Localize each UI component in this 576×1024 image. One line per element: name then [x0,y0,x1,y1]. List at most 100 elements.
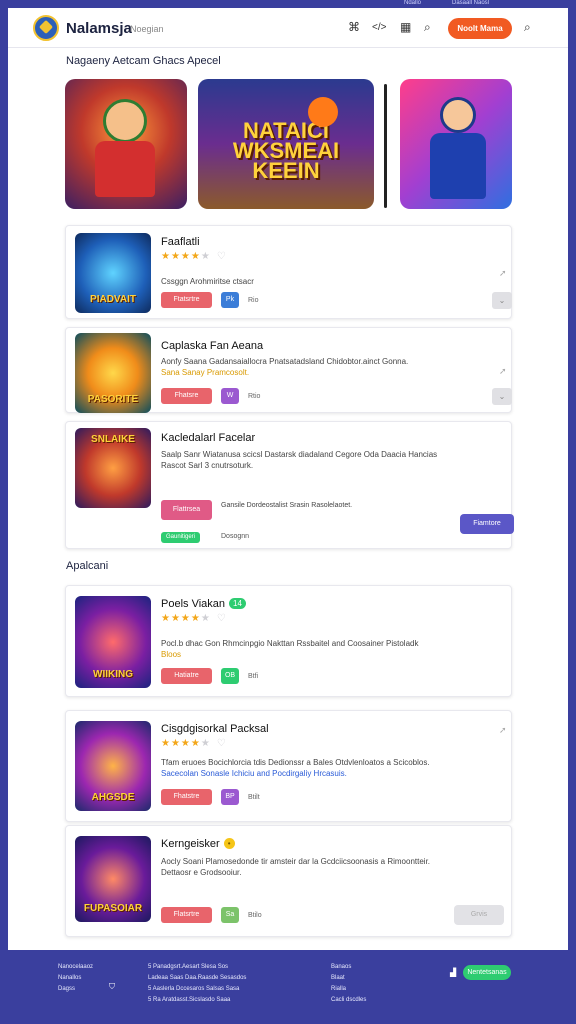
description-line-2: Sacecolan Sonasle Ichiciu and Pocdirgali… [161,769,347,778]
description-line-1: Pocl.b dhac Gon Rhmcinpgio Nakttan Rssba… [161,639,419,648]
character-head-icon [440,97,476,133]
play-button[interactable]: Fhatsre [161,388,212,404]
description-line-2: Sana Sanay Pramcosolt. [161,368,250,377]
footer-link[interactable]: 5 Panadgsrt.Aesart Slesa Sos [148,962,246,973]
secondary-text: Gansile Dordeostalist Srasin Rasolelaote… [221,502,353,509]
footer-link[interactable]: Nanallos [58,973,93,984]
list-card-2[interactable]: AHGSDE Cisgdgisorkal Packsal ★★★★★ ♡ Tfam… [65,710,512,822]
hero-slide-1[interactable] [65,79,187,209]
featured-card-1[interactable]: PIADVAIT Faaflatli ★★★★★ ♡ Cssggn Arohmir… [65,225,512,319]
footer-link[interactable]: Cacli dscdles [331,995,366,1006]
card-meta: Rio [248,297,259,304]
tag-pill[interactable]: Gaunitigeri [161,532,201,543]
card-title[interactable]: Kacledalarl Facelar [161,432,255,444]
footer-link[interactable]: 5 Ra Aratdasst.Sicslasdo Saaa [148,995,246,1006]
count-badge: • [223,838,235,849]
card-description: Cssggn Arohmiritse ctsacr [161,277,254,286]
card-title[interactable]: Caplaska Fan Aeana [161,340,263,352]
grid-icon[interactable]: ▦ [400,20,411,34]
game-thumbnail[interactable]: WIIKING [75,596,151,688]
footer-link[interactable]: Blaat [331,973,366,984]
card-title[interactable]: Faaflatli [161,236,200,248]
page: Nalamsja Noegian ⌘ </> ▦ ⌕ Noolt Mama ⌕ … [8,8,568,950]
card-title[interactable]: Poels Viakan 14 [161,598,246,610]
footer-col-1: Nanocelaaoz Nanallos Dagss [58,962,93,995]
hero-slide-2[interactable]: NATAICI WKSMEAI KEEIN [198,79,374,209]
code-icon[interactable]: </> [372,22,386,33]
card-description: Saalp Sanr Wiatanusa scicsl Dastarsk dia… [161,449,501,471]
list-card-3[interactable]: FUPASOIAR Kerngeisker • Aocly Soani Plamo… [65,825,512,937]
action-button[interactable]: Fiamtore [460,514,514,534]
card-description: Tfam eruoes Bocichlorcia tdis Dedionssr … [161,757,501,779]
chart-icon: ▟ [450,968,457,977]
top-link-1[interactable]: Dasaall Naosl [452,0,489,6]
footer-link[interactable]: Nanocelaaoz [58,962,93,973]
platform-badge: Pk [221,292,239,308]
star-rating: ★★★★★ ♡ [161,738,227,749]
puzzle-icon[interactable]: ⌘ [348,20,360,34]
description-line-1: Saalp Sanr Wiatanusa scicsl Dastarsk dia… [161,450,438,459]
game-thumbnail[interactable]: FUPASOIAR [75,836,151,922]
carousel-divider [384,84,387,208]
play-button[interactable]: Flattrsea [161,500,212,520]
footer: Nanocelaaoz Nanallos Dagss ⛉ 5 Panadgsrt… [8,950,568,1016]
play-button[interactable]: Hatiatre [161,668,212,684]
logo-icon[interactable] [33,15,59,41]
footer-link[interactable]: Dagss [58,984,93,995]
card-title[interactable]: Kerngeisker • [161,838,235,850]
platform-badge: W [221,388,239,404]
game-thumbnail[interactable]: SNLAIKE [75,428,151,508]
thumbnail-title: PIADVAIT [90,294,136,305]
footer-link[interactable]: Banaos [331,962,366,973]
share-icon[interactable]: ➚ [499,725,507,736]
action-button[interactable]: Grvis [454,905,504,925]
tag-text: Dosognn [221,533,250,540]
thumbnail-title: AHGSDE [91,792,135,803]
card-description: Pocl.b dhac Gon Rhmcinpgio Nakttan Rssba… [161,638,501,660]
footer-cta-button[interactable]: Nentetsanas [463,965,511,980]
footer-link[interactable]: Ladeaa Saas Daa.Raasde Sesasdos [148,973,246,984]
featured-card-3[interactable]: SNLAIKE Kacledalarl Facelar Saalp Sanr W… [65,421,514,549]
game-thumbnail[interactable]: AHGSDE [75,721,151,811]
share-icon[interactable]: ➚ [499,366,507,377]
character-body-icon [430,133,486,199]
footer-link[interactable]: 5 Aaslerla Dccesaros Salsas Sasa [148,984,246,995]
platform-badge: Sa [221,907,239,923]
footer-col-2: 5 Panadgsrt.Aesart Slesa Sos Ladeaa Saas… [148,962,246,1006]
character-head-icon [103,99,147,143]
card-description: Aocly Soani Plamosedonde tir amsteir dar… [161,856,501,878]
count-badge: 14 [229,598,246,609]
card-title[interactable]: Cisgdgisorkal Packsal [161,723,269,735]
shield-icon: ⛉ [109,982,115,991]
description-line-2: Rascot Sarl 3 cnutrsoturk. [161,461,254,470]
brand-name[interactable]: Nalamsja [66,20,132,37]
game-thumbnail[interactable]: PIADVAIT [75,233,151,313]
search-icon-secondary[interactable]: ⌕ [524,20,531,35]
character-body-icon [95,141,155,197]
card-description: Aonfy Saana Gadansaiallocra Pnatsatadsla… [161,356,501,378]
hero-slide-3[interactable] [400,79,512,209]
card-meta: Btfi [248,673,259,680]
hero-section-title: Nagaeny Aetcam Ghacs Apecel [66,55,221,67]
platform-badge: BP [221,789,239,805]
thumbnail-title: SNLAIKE [91,434,135,445]
play-button[interactable]: Flatsrtre [161,907,212,923]
expand-button[interactable]: ⌄ [492,388,512,405]
search-icon[interactable]: ⌕ [424,20,431,35]
thumbnail-title: PASORITE [87,394,139,405]
top-link-0[interactable]: Ndallo [404,0,421,6]
share-icon[interactable]: ➚ [499,268,507,279]
star-rating: ★★★★★ ♡ [161,251,227,262]
list-section-title: Apalcani [66,560,109,572]
featured-card-2[interactable]: PASORITE Caplaska Fan Aeana Aonfy Saana … [65,327,512,413]
primary-cta-button[interactable]: Noolt Mama [448,18,512,39]
description-line-2: Dettaosr e Grodsooiur. [161,868,242,877]
list-card-1[interactable]: WIIKING Poels Viakan 14 ★★★★★ ♡ Pocl.b dha… [65,585,512,697]
description-line-2: Bloos [161,650,182,659]
hero-slide-2-title: NATAICI WKSMEAI KEEIN [232,118,340,183]
play-button[interactable]: Ftatsrtre [161,292,212,308]
game-thumbnail[interactable]: PASORITE [75,333,151,413]
footer-link[interactable]: Rialla [331,984,366,995]
play-button[interactable]: Fhatstre [161,789,212,805]
expand-button[interactable]: ⌄ [492,292,512,309]
